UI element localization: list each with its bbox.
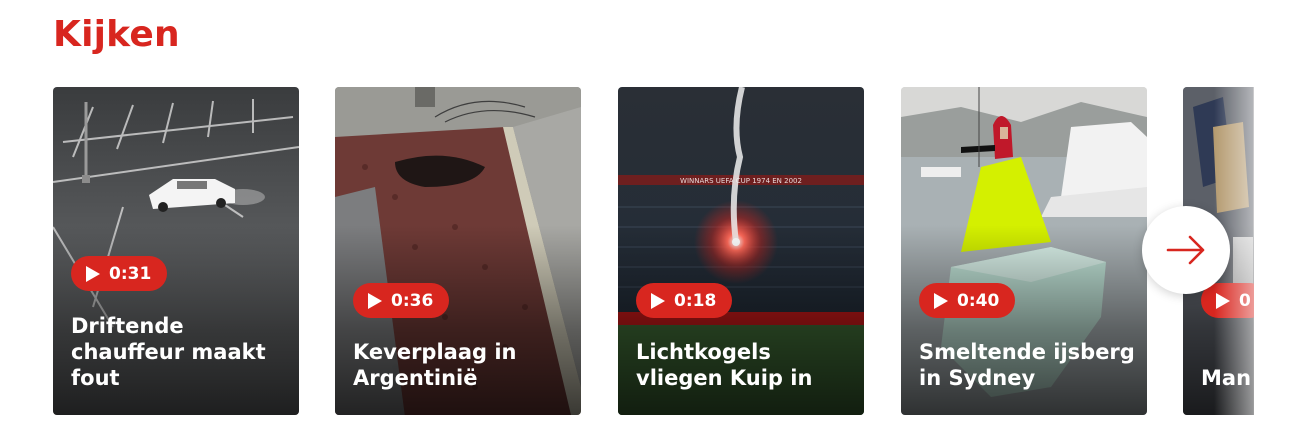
video-title: Smeltende ijsberg in Sydney <box>919 340 1135 390</box>
duration-text: 0 <box>1239 290 1251 311</box>
duration-text: 0:40 <box>957 290 1000 311</box>
video-card-flares-kuip[interactable]: WINNARS UEFA CUP 1974 EN 2002 0:18 Licht… <box>618 87 864 415</box>
carousel-next-button[interactable] <box>1142 206 1230 294</box>
section-title: Kijken <box>53 14 180 55</box>
play-icon <box>651 292 665 309</box>
duration-badge: 0:36 <box>353 283 450 318</box>
duration-badge: 0:18 <box>636 283 733 318</box>
video-card-melting-iceberg[interactable]: 0:40 Smeltende ijsberg in Sydney <box>901 87 1147 415</box>
play-icon <box>86 265 100 282</box>
duration-badge: 0:31 <box>71 256 168 291</box>
video-title: Man voor <box>1201 366 1254 390</box>
play-icon <box>934 292 948 309</box>
play-icon <box>1216 292 1230 309</box>
video-card-beetle-plague[interactable]: 0:36 Keverplaag in Argentinië <box>335 87 581 415</box>
video-title: Keverplaag in Argentinië <box>353 340 517 390</box>
arrow-right-icon <box>1166 235 1205 265</box>
play-icon <box>368 292 382 309</box>
stadium-banner-text: WINNARS UEFA CUP 1974 EN 2002 <box>680 177 802 185</box>
duration-badge: 0 <box>1201 283 1254 318</box>
duration-text: 0:31 <box>109 263 152 284</box>
video-card-drifting-car[interactable]: 0:31 Driftende chauffeur maakt fout <box>53 87 299 415</box>
video-carousel: 0:31 Driftende chauffeur maakt fout 0:36… <box>53 87 1254 415</box>
video-title: Lichtkogels vliegen Kuip in <box>636 340 813 390</box>
duration-badge: 0:40 <box>919 283 1016 318</box>
duration-text: 0:36 <box>391 290 434 311</box>
duration-text: 0:18 <box>674 290 717 311</box>
video-title: Driftende chauffeur maakt fout <box>71 314 266 390</box>
